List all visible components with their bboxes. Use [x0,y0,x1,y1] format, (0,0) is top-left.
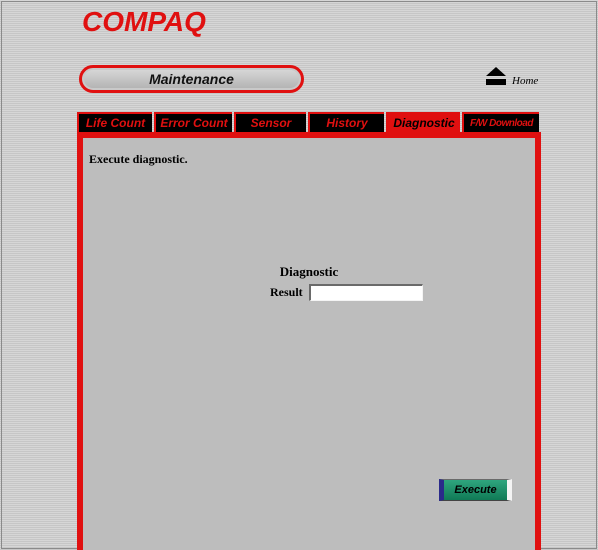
compaq-logo: COMPAQ [82,6,206,37]
section-title: Maintenance [84,70,299,88]
panel-description: Execute diagnostic. [89,152,188,166]
home-link[interactable]: Home [484,67,538,87]
diagnostic-panel: Execute diagnostic. Diagnostic Result Ex… [77,132,541,550]
execute-button[interactable]: Execute [439,479,512,501]
result-field[interactable] [308,284,423,301]
result-label: Result [270,285,303,299]
diagnostic-heading: Diagnostic [279,264,339,279]
tab-diagnostic[interactable]: Diagnostic [386,112,460,132]
home-icon[interactable] [484,67,508,87]
home-label[interactable]: Home [512,75,538,87]
result-row: Result [270,284,423,301]
tab-history[interactable]: History [308,112,384,132]
section-title-pill: Maintenance [79,65,304,93]
tab-sensor[interactable]: Sensor [234,112,306,132]
tab-life-count[interactable]: Life Count [77,112,152,132]
tab-bar: Life Count Error Count Sensor History Di… [77,112,539,132]
tab-error-count[interactable]: Error Count [154,112,232,132]
tab-fw-download[interactable]: F/W Download [462,112,539,132]
